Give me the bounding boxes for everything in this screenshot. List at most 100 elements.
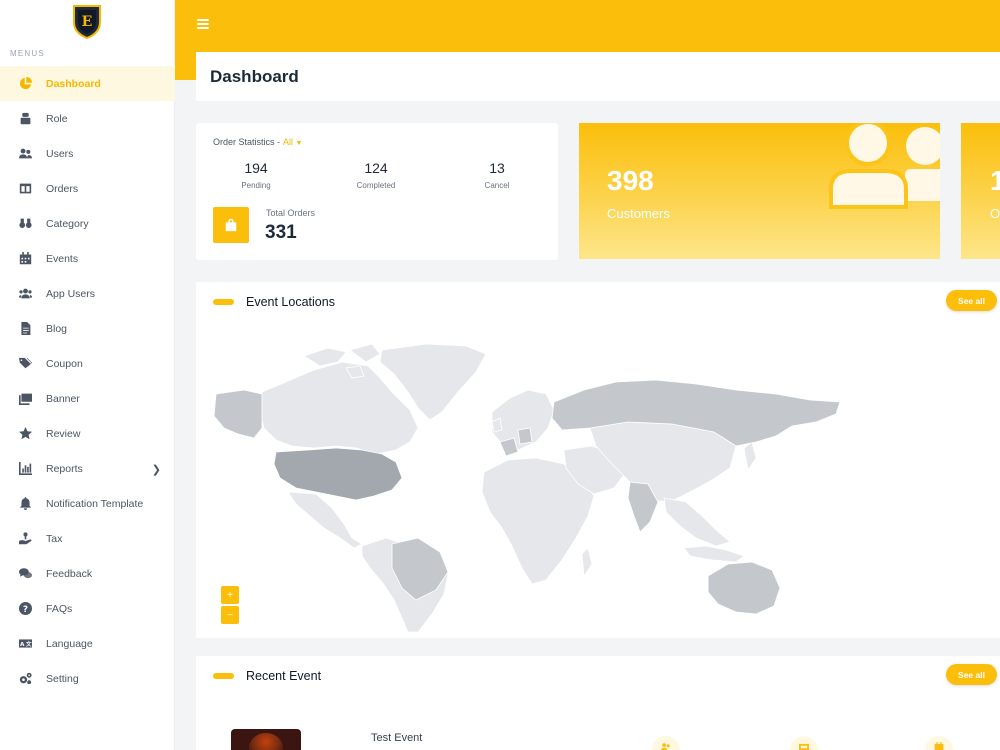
sidebar-item-users[interactable]: Users <box>0 136 175 171</box>
banner-icon <box>18 392 32 406</box>
bell-icon <box>18 497 32 511</box>
customers-value: 398 <box>607 165 654 196</box>
sidebar-item-label: Setting <box>46 672 79 685</box>
event-thumbnail[interactable] <box>231 729 301 750</box>
orders-summary-label: O <box>990 206 1000 221</box>
cancel-stat: 13 Cancel <box>457 160 537 190</box>
sidebar-item-banner[interactable]: Banner <box>0 381 175 416</box>
recent-event-card: Recent Event See all Test Event <box>196 656 1000 750</box>
sidebar-item-blog[interactable]: Blog <box>0 311 175 346</box>
map-zoom-in-button[interactable]: + <box>221 586 239 604</box>
recent-event-header: Recent Event <box>213 669 321 683</box>
event-locations-header: Event Locations <box>213 295 335 309</box>
coupon-icon <box>18 357 32 371</box>
map-region-madagascar <box>581 547 593 578</box>
sidebar-item-label: Language <box>46 637 93 650</box>
hamburger-menu-icon[interactable] <box>197 19 209 29</box>
recent-event-title: Recent Event <box>246 669 322 683</box>
map-region-indonesia <box>683 545 745 563</box>
cancel-label: Cancel <box>484 181 510 190</box>
order-filter-dropdown[interactable]: All ▼ <box>283 137 302 147</box>
calendar-icon <box>18 252 32 266</box>
orders-summary-card[interactable]: 1 O <box>961 123 1000 259</box>
map-region-southeast-asia <box>663 497 731 547</box>
sidebar-item-dashboard[interactable]: Dashboard <box>0 66 175 101</box>
role-icon <box>18 112 32 126</box>
sidebar-item-label: Coupon <box>46 357 83 370</box>
event-locations-card: Event Locations See all + − <box>196 282 1000 638</box>
pending-label: Pending <box>241 181 271 190</box>
orders-summary-value: 1 <box>990 165 1000 196</box>
chart-pie-icon <box>18 77 32 91</box>
sidebar-item-label: Banner <box>46 392 80 405</box>
map-region-asia <box>589 421 737 503</box>
completed-label: Completed <box>356 181 396 190</box>
cancel-value: 13 <box>489 160 505 176</box>
event-locations-title: Event Locations <box>246 295 335 309</box>
sidebar-item-label: Blog <box>46 322 68 335</box>
event-name[interactable]: Test Event <box>371 732 422 744</box>
category-icon <box>18 217 32 231</box>
map-region-alaska <box>213 389 263 439</box>
map-region-japan <box>743 441 757 472</box>
recent-event-see-all-button[interactable]: See all <box>946 664 997 685</box>
total-orders-value: 331 <box>265 222 297 243</box>
map-region-germany <box>517 427 533 445</box>
section-accent-bar <box>213 299 234 305</box>
sidebar-item-label: Role <box>46 112 68 125</box>
pending-value: 194 <box>244 160 268 176</box>
sidebar-item-category[interactable]: Category <box>0 206 175 241</box>
order-filter-value: All <box>283 137 294 147</box>
sidebar-item-feedback[interactable]: Feedback <box>0 556 175 591</box>
sidebar-item-setting[interactable]: Setting <box>0 661 175 696</box>
sidebar-item-label: Feedback <box>46 567 93 580</box>
sidebar-nav: Dashboard Role Users Orders Category Eve… <box>0 66 175 696</box>
map-region-canada <box>259 361 419 455</box>
sidebar-item-label: Notification Template <box>46 497 144 510</box>
menus-label: MENUS <box>10 49 45 58</box>
sidebar-item-label: Dashboard <box>46 77 101 90</box>
pending-stat: 194 Pending <box>216 160 296 190</box>
sidebar-item-label: FAQs <box>46 602 73 615</box>
map-region-australia <box>707 561 781 615</box>
order-statistics-heading: Order Statistics - All ▼ <box>213 137 302 147</box>
customers-card[interactable]: 398 Customers <box>579 123 940 259</box>
calendar-icon <box>925 736 953 750</box>
event-locations-see-all-button[interactable]: See all <box>946 290 997 311</box>
world-map[interactable] <box>196 332 1000 632</box>
sidebar-item-label: Orders <box>46 182 79 195</box>
blog-icon <box>18 322 32 336</box>
sidebar-item-review[interactable]: Review <box>0 416 175 451</box>
sidebar-item-role[interactable]: Role <box>0 101 175 136</box>
sidebar-item-reports[interactable]: Reports ❯ <box>0 451 175 486</box>
svg-text:A: A <box>20 642 25 648</box>
sidebar: E MENUS Dashboard Role Users Orders Cate… <box>0 0 175 750</box>
sidebar-item-label: Review <box>46 427 81 440</box>
ticket-icon <box>790 736 818 750</box>
sidebar-item-notification-template[interactable]: Notification Template <box>0 486 175 521</box>
sidebar-item-label: Events <box>46 252 79 265</box>
sidebar-item-language[interactable]: A文 Language <box>0 626 175 661</box>
star-icon <box>18 427 32 441</box>
sidebar-item-events[interactable]: Events <box>0 241 175 276</box>
sidebar-item-label: App Users <box>46 287 96 300</box>
svg-text:文: 文 <box>25 640 31 648</box>
total-orders-label: Total Orders <box>266 208 316 218</box>
completed-value: 124 <box>364 160 388 176</box>
question-icon: ? <box>18 602 32 616</box>
sidebar-item-coupon[interactable]: Coupon <box>0 346 175 381</box>
users-icon <box>829 123 940 211</box>
sidebar-item-orders[interactable]: Orders <box>0 171 175 206</box>
logo-letter: E <box>82 14 93 30</box>
chevron-right-icon: ❯ <box>151 464 161 476</box>
map-zoom-out-button[interactable]: − <box>221 606 239 624</box>
shopping-bag-icon <box>213 207 249 243</box>
sidebar-item-app-users[interactable]: App Users <box>0 276 175 311</box>
page-title: Dashboard <box>210 67 299 86</box>
logo[interactable]: E <box>68 2 106 40</box>
page-header: Dashboard <box>196 52 1000 101</box>
sidebar-item-tax[interactable]: Tax <box>0 521 175 556</box>
tax-icon <box>18 532 32 546</box>
svg-text:?: ? <box>22 605 27 615</box>
sidebar-item-faqs[interactable]: ? FAQs <box>0 591 175 626</box>
